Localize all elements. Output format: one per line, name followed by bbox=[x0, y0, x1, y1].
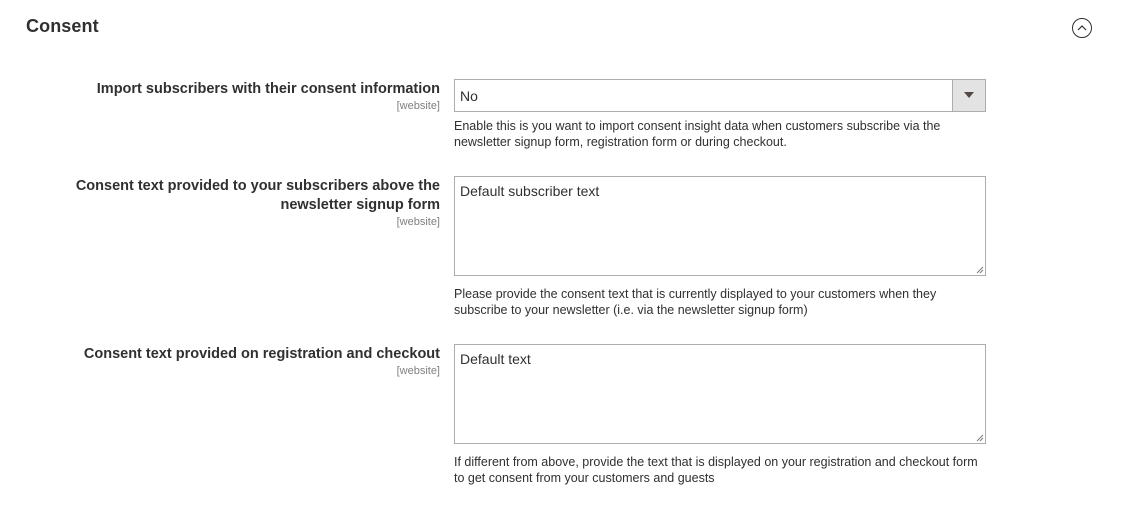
field-label-container: Consent text provided to your subscriber… bbox=[40, 176, 440, 229]
field-label-line1: Consent text provided to your subscriber… bbox=[75, 178, 440, 194]
textarea-value: Default text bbox=[460, 351, 531, 367]
textarea-value: Default subscriber text bbox=[460, 183, 600, 199]
scope-label: [website] bbox=[396, 216, 440, 228]
field-note: Please provide the consent text that is … bbox=[454, 287, 937, 317]
subscriber-consent-textarea[interactable]: Default subscriber text bbox=[454, 176, 986, 276]
import-consent-select[interactable]: No bbox=[454, 79, 986, 112]
caret-down-icon bbox=[964, 92, 974, 98]
scope-label: [website] bbox=[396, 100, 440, 112]
field-label: Consent text provided on registration an… bbox=[83, 346, 440, 362]
collapse-button[interactable] bbox=[1072, 18, 1092, 38]
field-note: Enable this is you want to import consen… bbox=[454, 119, 941, 149]
section-title: Consent bbox=[26, 16, 99, 36]
field-label-line2: newsletter signup form bbox=[280, 197, 440, 213]
select-arrow-button[interactable] bbox=[952, 80, 985, 111]
field-label-container: Consent text provided on registration an… bbox=[40, 344, 440, 378]
scope-label: [website] bbox=[396, 365, 440, 377]
field-label-container: Import subscribers with their consent in… bbox=[40, 79, 440, 113]
chevron-up-icon bbox=[1077, 25, 1087, 31]
field-label: Import subscribers with their consent in… bbox=[96, 81, 440, 97]
select-value: No bbox=[460, 88, 478, 104]
registration-consent-textarea[interactable]: Default text bbox=[454, 344, 986, 444]
field-note: If different from above, provide the tex… bbox=[454, 455, 978, 485]
resize-handle-icon[interactable] bbox=[976, 434, 984, 442]
section-header[interactable]: Consent bbox=[0, 0, 1134, 56]
resize-handle-icon[interactable] bbox=[976, 266, 984, 274]
